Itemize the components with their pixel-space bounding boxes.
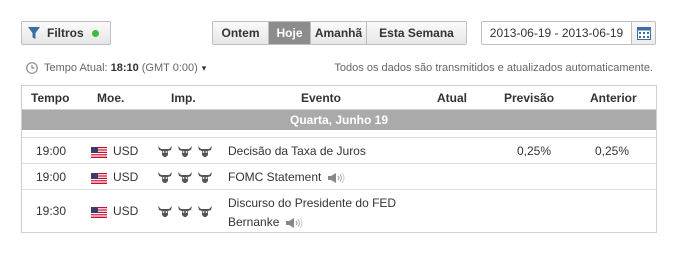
event-name-cell: Discurso do Presidente do FED Bernanke (228, 194, 396, 232)
event-previous: 0,25% (595, 144, 630, 158)
event-currency: USD (113, 170, 139, 184)
filters-label: Filtros (47, 26, 84, 40)
us-flag-icon (91, 171, 107, 185)
header-time: Tempo (31, 91, 70, 105)
speech-icon[interactable] (285, 217, 305, 228)
event-name[interactable]: FOMC Statement (228, 170, 321, 184)
chevron-down-icon: ▾ (201, 62, 207, 73)
current-time-label: Tempo Atual: (44, 62, 108, 74)
importance-rating (158, 145, 212, 157)
event-name-continued[interactable]: Bernanke (228, 215, 279, 229)
header-event: Evento (301, 91, 342, 105)
timezone-selector[interactable]: Tempo Atual: 18:10 (GMT 0:00) ▾ (26, 62, 206, 74)
bull-icon (198, 206, 212, 217)
header-actual: Atual (437, 91, 467, 105)
header-previous: Anterior (590, 91, 637, 105)
bull-icon (178, 172, 192, 183)
table-header: Tempo Moe. Imp. Evento Atual Previsão An… (22, 86, 656, 110)
economic-calendar-table: Tempo Moe. Imp. Evento Atual Previsão An… (21, 85, 657, 233)
filter-icon (28, 26, 40, 39)
date-range-picker[interactable]: 2013-06-19 - 2013-06-19 (481, 21, 656, 45)
us-flag-icon (91, 205, 107, 219)
day-header: Quarta, Junho 19 (22, 110, 656, 130)
auto-update-notice: Todos os dados são transmitidos e atuali… (334, 62, 653, 74)
bull-icon (158, 146, 172, 157)
event-name-cell: FOMC Statement (228, 170, 347, 184)
bull-icon (178, 146, 192, 157)
us-flag-icon (91, 145, 107, 159)
event-time: 19:00 (36, 144, 67, 158)
date-range-value: 2013-06-19 - 2013-06-19 (489, 26, 624, 40)
table-row[interactable]: 19:30 USD Discurso do Presidente do FED … (22, 190, 656, 232)
event-name[interactable]: Decisão da Taxa de Juros (228, 144, 366, 158)
speech-icon[interactable] (327, 172, 347, 183)
bull-icon (198, 172, 212, 183)
tab-amanha[interactable]: Amanhã (311, 22, 367, 44)
calendar-icon (636, 26, 651, 40)
bull-icon (178, 206, 192, 217)
event-time: 19:30 (36, 204, 67, 218)
tab-esta-semana[interactable]: Esta Semana (367, 22, 466, 44)
bull-icon (198, 146, 212, 157)
importance-rating (158, 205, 212, 217)
table-row[interactable]: 19:00 USD Decisão da Taxa de Juros 0,25%… (22, 138, 656, 164)
tab-hoje[interactable]: Hoje (269, 22, 311, 44)
filters-status-dot (91, 29, 99, 37)
clock-icon (26, 62, 38, 74)
bull-icon (158, 206, 172, 217)
header-currency: Moe. (97, 91, 125, 105)
current-time-value: 18:10 (110, 62, 139, 74)
bull-icon (158, 172, 172, 183)
event-currency: USD (113, 144, 139, 158)
event-forecast: 0,25% (517, 144, 552, 158)
date-range-tabs: Ontem Hoje Amanhã Esta Semana (212, 21, 467, 45)
header-importance: Imp. (171, 91, 196, 105)
day-spacer (22, 130, 656, 138)
event-time: 19:00 (36, 170, 67, 184)
filters-button[interactable]: Filtros (21, 21, 111, 45)
header-forecast: Previsão (504, 91, 555, 105)
event-currency: USD (113, 204, 139, 218)
calendar-button[interactable] (631, 22, 655, 44)
table-row[interactable]: 19:00 USD FOMC Statement (22, 164, 656, 190)
event-name[interactable]: Discurso do Presidente do FED (228, 196, 396, 210)
importance-rating (158, 171, 212, 183)
timezone-value: (GMT 0:00) (141, 62, 198, 74)
tab-ontem[interactable]: Ontem (213, 22, 269, 44)
